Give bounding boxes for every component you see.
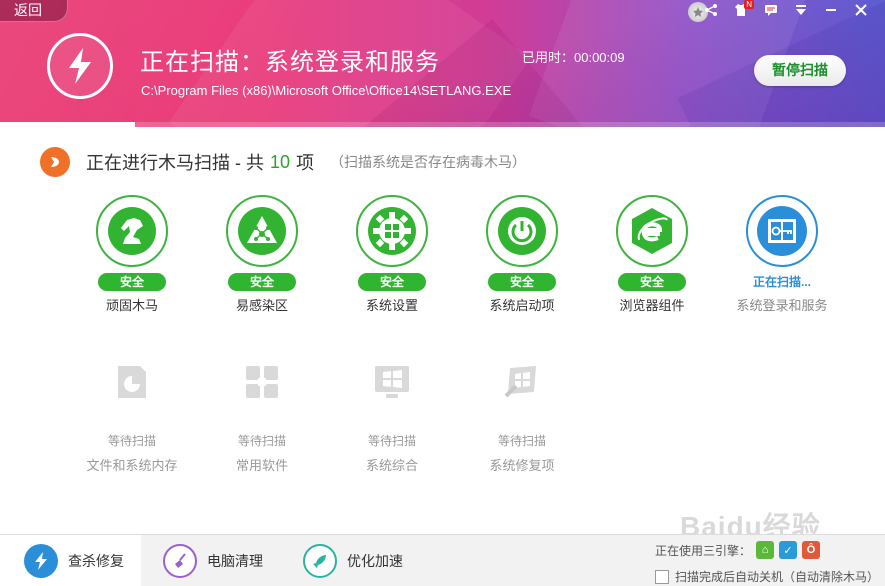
rocket-icon: [303, 544, 337, 578]
cloud-engine-icon[interactable]: ⌂: [756, 541, 775, 559]
scan-play-icon: [40, 147, 70, 177]
tab-optimize[interactable]: 优化加速: [303, 535, 403, 586]
pending-status: 等待扫描: [497, 434, 546, 448]
lightning-icon: [24, 544, 58, 578]
engines-indicator: 正在使用三引擎： ⌂ ✓ Ô: [655, 541, 821, 559]
scan-progress-bar: [0, 122, 885, 127]
tab-pc-cleanup[interactable]: 电脑清理: [163, 535, 263, 586]
windows-gear-icon: [356, 195, 428, 267]
message-icon[interactable]: [763, 2, 779, 18]
tab-scan-repair[interactable]: 查杀修复: [0, 535, 141, 586]
system-windows-icon: [370, 360, 414, 404]
scan-progress-fill: [0, 122, 136, 127]
pause-scan-button[interactable]: 暂停扫描: [754, 55, 846, 86]
pending-item-software[interactable]: 等待扫描 常用软件: [197, 360, 327, 474]
scan-item-login-services[interactable]: 正在扫描... 系统登录和服务: [717, 195, 847, 314]
item-label: 系统综合: [365, 458, 418, 473]
item-label: 易感染区: [235, 298, 288, 313]
pending-item-memory[interactable]: 等待扫描 文件和系统内存: [67, 360, 197, 474]
scan-item-startup[interactable]: 安全 系统启动项: [457, 195, 587, 314]
menu-icon[interactable]: [793, 2, 809, 18]
share-icon[interactable]: [703, 2, 719, 18]
item-label: 顽固木马: [105, 298, 158, 313]
auto-shutdown-option[interactable]: 扫描完成后自动关机（自动清除木马）: [655, 568, 879, 585]
tab-label: 优化加速: [347, 553, 403, 569]
scan-header: 返回 正在扫描：系统登录和服务 C:\Program Files (x86)\M…: [0, 0, 885, 127]
item-label: 系统启动项: [489, 298, 555, 313]
bottom-nav: 查杀修复 电脑清理 优化加速 正在使用三引擎： ⌂ ✓ Ô 扫描完成后自动关机（…: [0, 534, 885, 586]
section-heading: 正在进行木马扫描 - 共 10 项 （扫描系统是否存在病毒木马）: [40, 147, 526, 177]
minimize-icon[interactable]: [823, 2, 839, 18]
scan-item-system-settings[interactable]: 安全 系统设置: [327, 195, 457, 314]
scan-item-vulnerable-area[interactable]: 安全 易感染区: [197, 195, 327, 314]
elapsed-time: 已用时：00:00:09: [522, 50, 625, 65]
pending-item-system-general[interactable]: 等待扫描 系统综合: [327, 360, 457, 474]
notify-badge: N: [744, 0, 754, 9]
scan-title: 正在扫描：系统登录和服务: [140, 49, 440, 76]
status-badge: 安全: [488, 273, 556, 291]
item-label: 文件和系统内存: [86, 458, 178, 473]
power-icon: [486, 195, 558, 267]
item-label: 常用软件: [235, 458, 288, 473]
pending-status: 等待扫描: [367, 434, 416, 448]
section-title: 正在进行木马扫描 - 共: [86, 153, 264, 173]
broom-icon: [163, 544, 197, 578]
auto-shutdown-label: 扫描完成后自动关机（自动清除木马）: [675, 570, 880, 584]
warning-network-icon: [226, 195, 298, 267]
skin-icon[interactable]: N: [733, 0, 754, 18]
section-note: （扫描系统是否存在病毒木马）: [330, 154, 527, 170]
scan-item-stubborn-trojan[interactable]: 安全 顽固木马: [67, 195, 197, 314]
back-button[interactable]: 返回: [0, 0, 68, 22]
scan-path: C:\Program Files (x86)\Microsoft Office\…: [141, 83, 512, 98]
section-count: 10: [270, 151, 291, 172]
login-service-icon: [746, 195, 818, 267]
horse-icon: [96, 195, 168, 267]
item-label: 系统修复项: [489, 458, 555, 473]
lightning-icon: [47, 33, 113, 99]
item-label: 浏览器组件: [619, 298, 685, 313]
memory-icon: [110, 360, 154, 404]
status-badge: 安全: [618, 273, 686, 291]
repair-icon: [500, 360, 544, 404]
software-icon: [240, 360, 284, 404]
scanning-status: 正在扫描...: [752, 275, 811, 289]
shield-engine-icon[interactable]: ✓: [779, 541, 798, 559]
section-unit: 项: [296, 153, 315, 173]
status-badge: 安全: [358, 273, 426, 291]
tab-label: 查杀修复: [68, 553, 124, 569]
auto-shutdown-checkbox[interactable]: [655, 569, 669, 584]
tab-label: 电脑清理: [207, 553, 263, 569]
pending-status: 等待扫描: [107, 434, 156, 448]
item-label: 系统登录和服务: [736, 298, 828, 313]
status-badge: 安全: [98, 273, 166, 291]
ie-browser-icon: [616, 195, 688, 267]
pending-item-repair[interactable]: 等待扫描 系统修复项: [457, 360, 587, 474]
av-engine-icon[interactable]: Ô: [802, 541, 821, 559]
scan-item-browser[interactable]: 安全 浏览器组件: [587, 195, 717, 314]
engines-label: 正在使用三引擎：: [655, 543, 752, 558]
pending-status: 等待扫描: [237, 434, 286, 448]
close-icon[interactable]: [853, 2, 869, 18]
item-label: 系统设置: [365, 298, 418, 313]
status-badge: 安全: [228, 273, 296, 291]
